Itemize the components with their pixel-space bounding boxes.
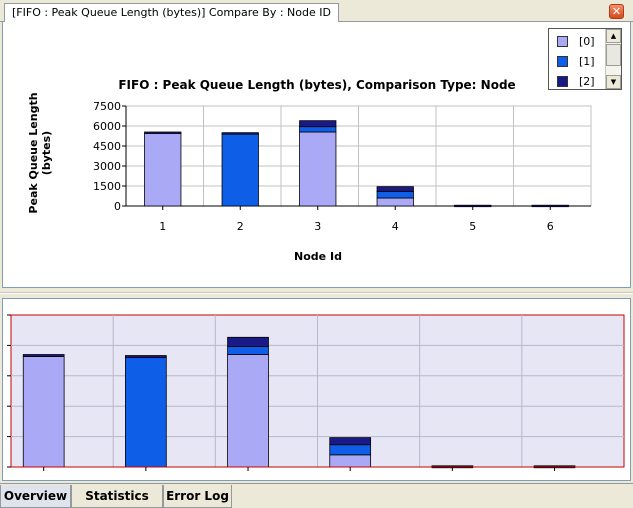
overview-bar-node-3-series-2 [227, 336, 269, 347]
legend-swatch-0 [557, 36, 568, 47]
bar-node-2-series-1 [221, 133, 259, 207]
document-tab[interactable]: [FIFO : Peak Queue Length (bytes)] Compa… [4, 3, 339, 23]
y-tick-label: 1500 [93, 180, 121, 193]
x-tick-label: 3 [314, 220, 321, 233]
document-tab-strip: [FIFO : Peak Queue Length (bytes)] Compa… [0, 0, 633, 23]
bar-node-1-series-0 [144, 132, 182, 207]
chart-legend: [0] [1] [2] ▲ ▼ [548, 28, 622, 90]
bar-node-2-series-2 [221, 132, 259, 135]
overview-grid [10, 314, 625, 468]
y-tick-label: 7500 [93, 100, 121, 113]
tab-error-log[interactable]: Error Log [163, 485, 232, 508]
x-tick-label: 1 [159, 220, 166, 233]
bar-node-1-series-2 [144, 131, 182, 134]
bar-node-6-series-2 [531, 204, 569, 208]
legend-item-1: [1] [557, 55, 603, 69]
bottom-tab-bar: Overview Statistics File Error Log [0, 483, 633, 508]
bar-node-4-series-0 [376, 197, 414, 207]
overview-bar-node-3-series-1 [227, 346, 269, 355]
plot-area [125, 105, 592, 207]
overview-panel [2, 298, 631, 481]
overview-bar-node-1-series-0 [22, 356, 65, 468]
legend-label-2: [2] [579, 75, 595, 88]
tab-overview[interactable]: Overview [0, 485, 71, 508]
y-tick-label: 6000 [93, 120, 121, 133]
x-tick-label: 6 [547, 220, 554, 233]
overview-bar-node-2-series-1 [125, 357, 167, 468]
overview-bar-node-2-series-2 [125, 355, 167, 358]
legend-swatch-2 [557, 76, 568, 87]
legend-scrollbar[interactable]: ▲ ▼ [605, 29, 621, 89]
scroll-thumb[interactable] [606, 44, 621, 66]
chart-title: FIFO : Peak Queue Length (bytes), Compar… [118, 78, 515, 92]
x-axis-label: Node Id [294, 250, 342, 263]
y-axis-label: Peak Queue Length (bytes) [27, 92, 53, 213]
legend-item-0: [0] [557, 35, 603, 49]
overview-bar-node-4-series-0 [329, 454, 372, 468]
overview-bar-node-4-series-1 [329, 444, 372, 456]
tab-statistics-file[interactable]: Statistics File [71, 485, 163, 508]
y-axis-label-line1: Peak Queue Length [27, 92, 40, 213]
x-axis-ticks: 1 2 3 4 5 6 [159, 206, 554, 233]
overview-chart[interactable] [3, 299, 630, 480]
scroll-down-icon[interactable]: ▼ [606, 75, 621, 89]
overview-bar-node-4-series-2 [329, 437, 372, 446]
bar-node-3-series-1 [299, 126, 337, 133]
legend-label-0: [0] [579, 35, 595, 48]
main-chart: FIFO : Peak Queue Length (bytes), Compar… [27, 78, 592, 263]
bar-node-4-series-1 [376, 190, 414, 199]
legend-item-2: [2] [557, 75, 603, 89]
app-window: [FIFO : Peak Queue Length (bytes)] Compa… [0, 0, 633, 508]
bar-node-3-series-0 [299, 131, 337, 207]
bar-node-4-series-2 [376, 186, 414, 192]
legend-swatch-1 [557, 56, 568, 67]
splitter-line [0, 292, 633, 294]
x-tick-label: 5 [469, 220, 476, 233]
y-tick-label: 3000 [93, 160, 121, 173]
bar-node-3-series-2 [299, 120, 337, 128]
close-icon[interactable]: ✕ [609, 4, 624, 19]
chart-panel: FIFO : Peak Queue Length (bytes), Compar… [2, 22, 631, 288]
overview-bar-node-3-series-0 [227, 354, 269, 468]
x-tick-label: 2 [237, 220, 244, 233]
y-tick-label: 0 [114, 200, 121, 213]
y-axis-label-line2: (bytes) [40, 131, 53, 175]
scroll-up-icon[interactable]: ▲ [606, 29, 621, 43]
legend-label-1: [1] [579, 55, 595, 68]
y-tick-label: 4500 [93, 140, 121, 153]
panel-splitter[interactable] [0, 288, 633, 298]
overview-bar-node-1-series-2 [22, 354, 65, 357]
x-tick-label: 4 [392, 220, 399, 233]
bar-node-5-series-2 [454, 204, 492, 208]
